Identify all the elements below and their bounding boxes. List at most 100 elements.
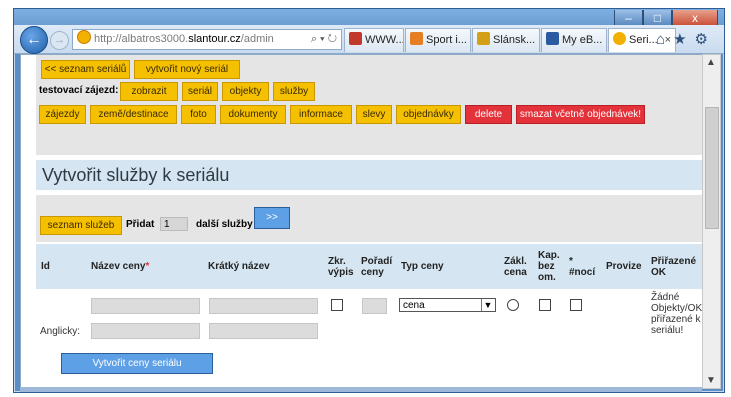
tour-label: testovací zájezd: [39, 85, 119, 96]
create-prices-button[interactable]: Vytvořit ceny seriálu [61, 353, 213, 374]
page-title: Vytvořit služby k seriálu [36, 160, 703, 190]
admin-toolbar: << seznam seriálů vytvořit nový seriál t… [36, 55, 703, 155]
price-type-select[interactable]: cena ▼ [399, 298, 496, 312]
add-count-input[interactable]: 1 [160, 217, 188, 231]
header-price-type: Typ ceny [401, 261, 444, 272]
serial-list-button[interactable]: << seznam seriálů [41, 60, 130, 79]
header-nights: * #nocí [569, 256, 595, 278]
tab-www[interactable]: WWW... [344, 28, 404, 52]
home-favorites-settings-icons[interactable]: ⌂★⚙ [656, 30, 716, 48]
nights-checkbox[interactable] [570, 299, 582, 311]
address-bar[interactable]: http://albatros3000.slantour.cz/admin ⌕ … [72, 29, 342, 50]
header-assigned-ok: Přiřazené OK [651, 256, 696, 278]
show-button[interactable]: zobrazit [120, 82, 178, 101]
orders-button[interactable]: objednávky [396, 105, 461, 124]
discounts-button[interactable]: slevy [356, 105, 392, 124]
price-order-input[interactable] [362, 298, 387, 314]
add-label: Přidat [126, 219, 155, 230]
tab-favicon-icon [410, 32, 423, 45]
required-mark: * [145, 261, 150, 272]
url-prefix: http://albatros3000. [94, 33, 189, 45]
page-content: << seznam seriálů vytvořit nový seriál t… [20, 54, 704, 389]
header-base-price-line: cena [504, 267, 527, 278]
short-list-checkbox[interactable] [331, 299, 343, 311]
photo-button[interactable]: foto [181, 105, 216, 124]
add-services-panel: seznam služeb Přidat 1 další služby >> [36, 195, 703, 242]
delete-button[interactable]: delete [465, 105, 512, 124]
header-assigned-line: OK [651, 267, 666, 278]
header-capacity-line: Kap. [538, 250, 560, 261]
header-price-name: Název ceny* [91, 261, 149, 272]
price-name-input[interactable] [91, 298, 200, 314]
header-assigned-line: Přiřazené [651, 256, 697, 267]
price-name-english-input[interactable] [91, 323, 200, 339]
url-host: slantour.cz [188, 33, 241, 45]
serial-button[interactable]: seriál [182, 82, 218, 101]
tab-label: My eB... [562, 34, 603, 46]
assigned-status-line: přiřazené k [651, 314, 701, 325]
tab-favicon-icon [613, 32, 626, 45]
tab-label: Sport i... [426, 34, 467, 46]
capacity-checkbox[interactable] [539, 299, 551, 311]
address-controls-icon[interactable]: ⌕ ▾ ↻ [311, 30, 337, 49]
tab-favicon-icon [349, 32, 362, 45]
more-services-label: další služby [196, 219, 253, 230]
scroll-up-icon[interactable]: ▲ [706, 57, 716, 68]
english-label: Anglicky: [40, 326, 81, 337]
header-nights-line: #nocí [569, 267, 596, 278]
price-type-value: cena [403, 300, 425, 311]
header-short-list-line: výpis [328, 267, 354, 278]
header-id: Id [41, 261, 50, 272]
header-capacity: Kap. bez om. [538, 250, 560, 283]
tab-slansky[interactable]: Slánsk... [472, 28, 540, 52]
tab-ebay[interactable]: My eB... [541, 28, 607, 52]
scrollbar-thumb[interactable] [705, 107, 719, 229]
tab-sport[interactable]: Sport i... [405, 28, 471, 52]
chevron-down-icon: ▼ [481, 299, 494, 311]
back-button[interactable]: ← [20, 26, 48, 54]
service-list-button[interactable]: seznam služeb [40, 216, 122, 235]
destinations-button[interactable]: země/destinace [90, 105, 177, 124]
tab-label: Slánsk... [493, 34, 536, 46]
table-header: Id Název ceny* Krátký název Zkr. výpis Po… [36, 244, 703, 289]
navigation-bar: ← → http://albatros3000.slantour.cz/admi… [14, 25, 724, 54]
assigned-status-line: seriálu! [651, 325, 684, 336]
header-capacity-line: om. [538, 272, 556, 283]
short-name-english-input[interactable] [209, 323, 318, 339]
header-price-name-text: Název ceny [91, 261, 146, 272]
tab-label: Seri... [629, 34, 658, 46]
header-price-order-line: ceny [361, 267, 384, 278]
forward-button[interactable]: → [50, 31, 69, 50]
assigned-status: Žádné Objekty/OK přiřazené k seriálu! [651, 292, 702, 336]
assigned-status-line: Žádné [651, 292, 680, 303]
tab-favicon-icon [477, 32, 490, 45]
header-short-name: Krátký název [208, 261, 270, 272]
header-capacity-line: bez [538, 261, 555, 272]
new-serial-button[interactable]: vytvořit nový seriál [134, 60, 240, 79]
header-price-order-line: Pořadí [361, 256, 393, 267]
tab-label: WWW... [365, 34, 404, 46]
tours-button[interactable]: zájezdy [39, 105, 86, 124]
url-suffix: /admin [240, 33, 274, 45]
browser-window: – □ x ← → http://albatros3000.slantour.c… [13, 8, 725, 393]
scroll-down-icon[interactable]: ▼ [706, 375, 716, 386]
header-commission: Provize [606, 261, 642, 272]
objects-button[interactable]: objekty [222, 82, 269, 101]
status-strip [20, 387, 702, 392]
add-services-go-button[interactable]: >> [254, 207, 290, 229]
services-button[interactable]: služby [273, 82, 315, 101]
assigned-status-line: Objekty/OK [651, 303, 703, 314]
short-name-input[interactable] [209, 298, 318, 314]
documents-button[interactable]: dokumenty [220, 105, 286, 124]
tab-favicon-icon [546, 32, 559, 45]
delete-with-orders-button[interactable]: smazat včetně objednávek! [516, 105, 645, 124]
information-button[interactable]: informace [290, 105, 352, 124]
header-short-list-line: Zkr. [328, 256, 346, 267]
header-short-list: Zkr. výpis [328, 256, 354, 278]
header-base-price: Zákl. cena [504, 256, 527, 278]
site-favicon-icon [77, 30, 91, 44]
vertical-scrollbar[interactable]: ▲ ▼ [702, 54, 721, 389]
base-price-radio[interactable] [507, 299, 519, 311]
header-nights-line: * [569, 256, 573, 267]
header-price-order: Pořadí ceny [361, 256, 392, 278]
